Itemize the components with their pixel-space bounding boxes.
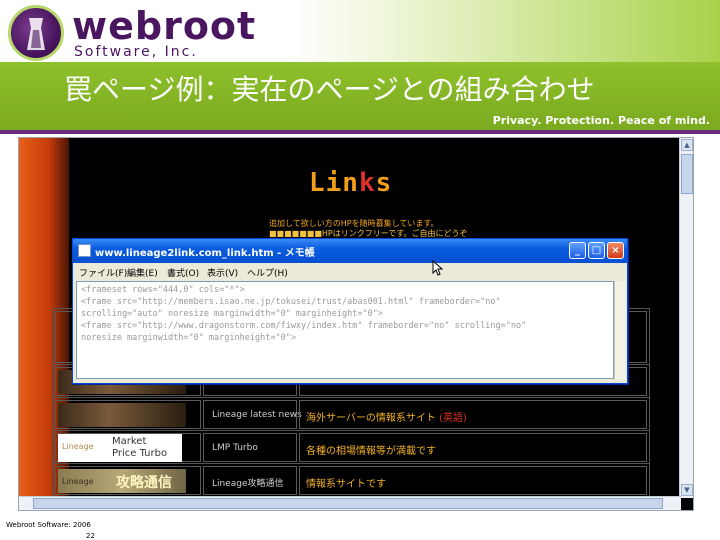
site-link[interactable]: 海外サーバーの情報系サイト (英語) <box>299 400 647 429</box>
close-button[interactable]: × <box>607 242 624 259</box>
notepad-vertical-scrollbar[interactable] <box>614 281 626 379</box>
row-banner-link[interactable]: Lineage 攻略通信 <box>55 466 201 495</box>
notepad-titlebar[interactable]: www.lineage2link.com_link.htm - メモ帳 _ □ … <box>73 239 627 263</box>
footer-copyright: Webroot Software: 2006 <box>6 521 91 529</box>
tagline: Privacy. Protection. Peace of mind. <box>492 114 710 127</box>
notepad-menubar: ファイル(F) 編集(E) 書式(O) 表示(V) ヘルプ(H) <box>73 263 627 281</box>
maximize-button[interactable]: □ <box>588 242 605 259</box>
menu-view[interactable]: 表示(V) <box>207 266 238 279</box>
site-name: LMP Turbo <box>212 443 258 453</box>
text-line: <frameset rows="444,0" cols="*"> <box>81 285 245 295</box>
market-price-banner: Lineage Market Price Turbo <box>58 434 182 462</box>
webroot-logo-icon <box>8 5 64 61</box>
table-row: Lineage latest news 海外サーバーの情報系サイト (英語) <box>53 398 649 431</box>
page-number: 22 <box>86 532 95 540</box>
table-row: Lineage Market Price Turbo LMP Turbo 各種の相… <box>53 431 649 464</box>
notepad-title: www.lineage2link.com_link.htm - メモ帳 <box>95 248 315 259</box>
browser-horizontal-scrollbar[interactable] <box>19 496 681 510</box>
table-row: Lineage 攻略通信 Lineage攻略通信 情報系サイトです <box>53 464 649 497</box>
scroll-thumb[interactable] <box>33 498 663 509</box>
scroll-thumb[interactable] <box>681 154 693 194</box>
site-desc: 情報系サイトです <box>306 479 386 490</box>
row-banner-link[interactable]: Lineage Market Price Turbo <box>55 433 201 462</box>
slide-header: webroot Software, Inc. 罠ページ例：実在のページとの組み合… <box>0 0 720 132</box>
site-desc: 海外サーバーの情報系サイト <box>306 413 436 424</box>
kouryaku-banner: Lineage 攻略通信 <box>58 469 186 493</box>
scroll-down-icon[interactable]: ▼ <box>681 484 693 496</box>
site-tag: (英語) <box>439 413 467 424</box>
links-page-title: Links <box>309 168 393 198</box>
banner-text: 攻略通信 <box>116 475 172 491</box>
banner-logo-text: Lineage <box>62 477 94 486</box>
banner-logo-text: Lineage <box>62 442 94 451</box>
text-line: scrolling="auto" noresize marginwidth="0… <box>81 309 383 319</box>
text-line: <frame src="http://members.isao.ne.jp/to… <box>81 297 501 307</box>
text-line: <frame src="http://www.dragonstorm.com/f… <box>81 321 527 331</box>
site-link[interactable]: 情報系サイトです <box>299 466 647 495</box>
menu-edit[interactable]: 編集(E) <box>127 266 158 279</box>
notepad-icon <box>78 244 91 257</box>
site-desc: 各種の相場情報等が満載です <box>306 446 436 457</box>
banner-text: Market Price Turbo <box>112 436 168 459</box>
minimize-button[interactable]: _ <box>569 242 586 259</box>
banner-image <box>58 403 186 427</box>
header-divider <box>0 130 720 134</box>
brand-name: webroot <box>72 4 257 48</box>
mouse-cursor-icon <box>432 259 444 280</box>
notepad-window: www.lineage2link.com_link.htm - メモ帳 _ □ … <box>72 238 628 384</box>
brand-subtitle: Software, Inc. <box>74 44 198 60</box>
menu-format[interactable]: 書式(O) <box>167 266 199 279</box>
scroll-up-icon[interactable]: ▲ <box>681 139 693 151</box>
site-name: Lineage latest news <box>212 410 302 420</box>
site-link[interactable]: 各種の相場情報等が満載です <box>299 433 647 462</box>
slide-title: 罠ページ例：実在のページとの組み合わせ <box>64 73 595 106</box>
browser-vertical-scrollbar[interactable]: ▲ ▼ <box>679 138 693 498</box>
menu-help[interactable]: ヘルプ(H) <box>247 266 288 279</box>
notepad-text-area[interactable]: <frameset rows="444,0" cols="*"> <frame … <box>76 281 614 379</box>
text-line: noresize marginwidth="0" marginheight="0… <box>81 333 296 343</box>
menu-file[interactable]: ファイル(F) <box>79 266 127 279</box>
site-name: Lineage攻略通信 <box>212 479 284 489</box>
row-banner-link[interactable] <box>55 400 201 429</box>
